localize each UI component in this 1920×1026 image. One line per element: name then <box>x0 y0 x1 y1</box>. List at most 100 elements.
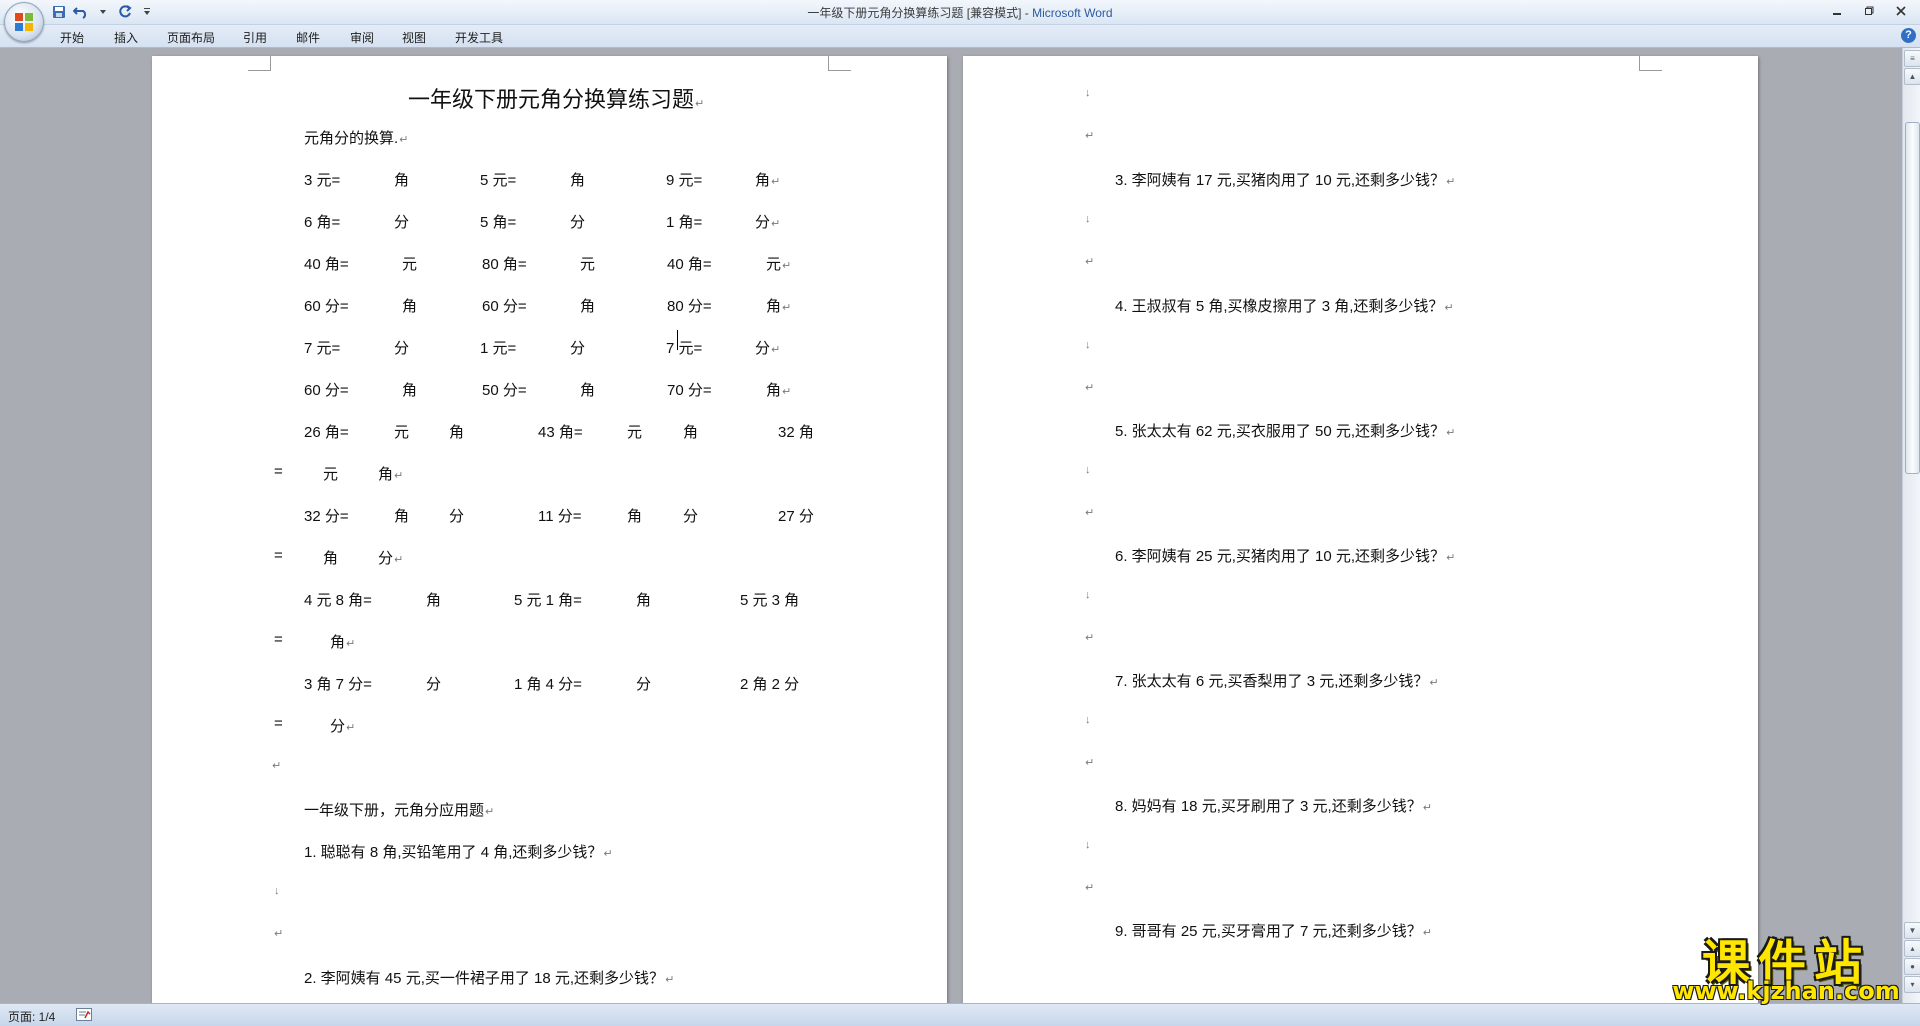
unit-label: 分 <box>449 508 465 525</box>
unit-label: 分↵ <box>755 340 781 357</box>
status-bar: 页面: 1/4 <box>0 1003 1920 1026</box>
equals-sign: = <box>274 463 283 480</box>
line-break-mark: ↓ <box>1085 464 1091 476</box>
previous-page-icon[interactable]: ▴ <box>1904 940 1920 957</box>
equals-sign: = <box>274 547 283 564</box>
question: 8. 妈妈有 18 元,买牙刷用了 3 元,还剩多少钱？↵ <box>1115 798 1432 815</box>
document-page-2[interactable]: ↓ ↵ 3. 李阿姨有 17 元,买猪肉用了 10 元,还剩多少钱？↵ ↓ ↵ … <box>963 56 1758 1003</box>
conversion-row: 7 元= <box>304 340 341 357</box>
ribbon-tabs: 开始 插入 页面布局 引用 邮件 审阅 视图 开发工具 ? <box>0 25 1920 48</box>
proofing-icon[interactable] <box>76 1008 92 1021</box>
tab-view[interactable]: 视图 <box>402 29 426 46</box>
paragraph-mark: ↵ <box>272 760 282 772</box>
help-icon[interactable]: ? <box>1901 28 1916 43</box>
minimize-button[interactable] <box>1824 2 1850 20</box>
unit-label: 分 <box>683 508 699 525</box>
conversion-row: 43 角= <box>538 424 583 441</box>
conversion-row: 9 元= <box>666 172 703 189</box>
watermark-logo: 课件站 www.kjzhan.com <box>1668 925 1904 1005</box>
tab-developer[interactable]: 开发工具 <box>455 29 503 46</box>
conversion-row: 40 角= <box>667 256 712 273</box>
text-cursor <box>677 330 678 350</box>
unit-label: 角 <box>426 592 442 609</box>
page-indicator[interactable]: 页面: 1/4 <box>8 1008 55 1025</box>
question: 9. 哥哥有 25 元,买牙膏用了 7 元,还剩多少钱？↵ <box>1115 923 1432 940</box>
unit-label: 元 <box>580 256 596 273</box>
tab-mailings[interactable]: 邮件 <box>296 29 320 46</box>
scroll-up-arrow-icon[interactable]: ▲ <box>1904 68 1920 85</box>
conversion-row: 60 分= <box>482 298 527 315</box>
paragraph-mark: ↵ <box>1085 882 1095 894</box>
conversion-row: 5 元 3 角 <box>740 592 800 609</box>
paragraph-mark: ↵ <box>1085 382 1095 394</box>
line-break-mark: ↓ <box>1085 339 1091 351</box>
paragraph-mark: ↵ <box>1085 130 1095 142</box>
section-heading: 元角分的换算.↵ <box>304 130 409 147</box>
equals-sign: = <box>274 631 283 648</box>
unit-label: 元 <box>627 424 643 441</box>
conversion-row: 26 角= <box>304 424 349 441</box>
unit-label: 角 <box>449 424 465 441</box>
conversion-row: 6 角= <box>304 214 341 231</box>
document-page-1[interactable]: 一年级下册元角分换算练习题↵ 元角分的换算.↵ 3 元= 角 5 元= 角 9 … <box>152 56 947 1003</box>
unit-label: 角 <box>627 508 643 525</box>
unit-label: 角 <box>570 172 586 189</box>
question: 3. 李阿姨有 17 元,买猪肉用了 10 元,还剩多少钱？↵ <box>1115 172 1456 189</box>
office-button[interactable] <box>4 2 44 42</box>
browse-object-icon[interactable]: ● <box>1904 958 1920 975</box>
watermark-url: www.kjzhan.com <box>1672 977 1900 1005</box>
tab-insert[interactable]: 插入 <box>114 29 138 46</box>
crop-mark <box>248 56 271 71</box>
tab-home[interactable]: 开始 <box>60 29 84 46</box>
unit-label: 分 <box>570 340 586 357</box>
tab-review[interactable]: 审阅 <box>350 29 374 46</box>
conversion-row: 7 元= <box>666 340 703 357</box>
unit-label: 分↵ <box>378 550 404 567</box>
next-page-icon[interactable]: ▾ <box>1904 976 1920 993</box>
unit-label: 分↵ <box>330 718 356 735</box>
question: 5. 张太太有 62 元,买衣服用了 50 元,还剩多少钱？↵ <box>1115 423 1456 440</box>
unit-label: 角 <box>580 382 596 399</box>
conversion-row: 1 角 4 分= <box>514 676 582 693</box>
unit-label: 角↵ <box>330 634 356 651</box>
restore-button[interactable] <box>1856 2 1882 20</box>
tab-page-layout[interactable]: 页面布局 <box>167 29 215 46</box>
window-controls <box>1824 2 1914 20</box>
document-title: 一年级下册元角分换算练习题 [兼容模式] - <box>807 6 1033 20</box>
question: 4. 王叔叔有 5 角,买橡皮擦用了 3 角,还剩多少钱？↵ <box>1115 298 1454 315</box>
unit-label: 角↵ <box>766 298 792 315</box>
scroll-thumb[interactable] <box>1905 122 1920 474</box>
conversion-row: 1 角= <box>666 214 703 231</box>
line-break-mark: ↓ <box>1085 213 1091 225</box>
question: 1. 聪聪有 8 角,买铅笔用了 4 角,还剩多少钱？↵ <box>304 844 613 861</box>
section-heading: 一年级下册，元角分应用题↵ <box>304 802 495 819</box>
document-workspace: 一年级下册元角分换算练习题↵ 元角分的换算.↵ 3 元= 角 5 元= 角 9 … <box>0 48 1902 1003</box>
unit-label: 元 <box>402 256 418 273</box>
conversion-row: 40 角= <box>304 256 349 273</box>
conversion-row: 32 角 <box>778 424 814 441</box>
unit-label: 分 <box>636 676 652 693</box>
paragraph-mark: ↵ <box>1085 632 1095 644</box>
crop-mark <box>1639 56 1662 71</box>
conversion-row: 60 分= <box>304 298 349 315</box>
unit-label: 角 <box>402 382 418 399</box>
conversion-row: 1 元= <box>480 340 517 357</box>
unit-label: 角 <box>402 298 418 315</box>
conversion-row: 3 元= <box>304 172 341 189</box>
close-button[interactable] <box>1888 2 1914 20</box>
paragraph-mark: ↵ <box>274 928 284 940</box>
paragraph-mark: ↵ <box>1085 256 1095 268</box>
unit-label: 角 <box>636 592 652 609</box>
unit-label: 分↵ <box>755 214 781 231</box>
vertical-scrollbar[interactable]: ≡ ▲ ▼ ▴ ● ▾ <box>1902 48 1920 1003</box>
line-break-mark: ↓ <box>274 885 280 897</box>
conversion-row: 2 角 2 分 <box>740 676 800 693</box>
conversion-row: 3 角 7 分= <box>304 676 372 693</box>
view-ruler-icon[interactable]: ≡ <box>1904 50 1920 67</box>
line-break-mark: ↓ <box>1085 839 1091 851</box>
conversion-row: 5 角= <box>480 214 517 231</box>
unit-label: 角 <box>394 172 410 189</box>
unit-label: 角↵ <box>766 382 792 399</box>
tab-references[interactable]: 引用 <box>243 29 267 46</box>
scroll-down-arrow-icon[interactable]: ▼ <box>1904 922 1920 939</box>
